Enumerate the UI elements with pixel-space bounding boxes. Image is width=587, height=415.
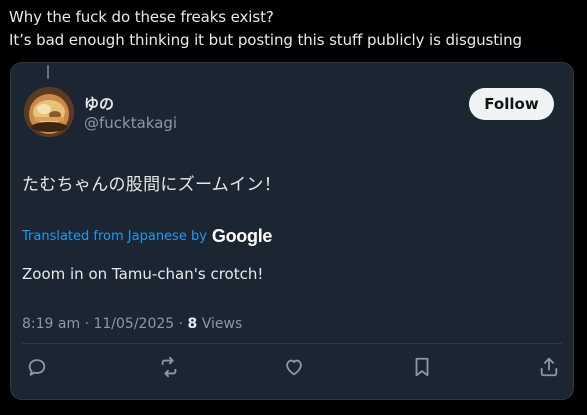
bookmark-button[interactable] (410, 355, 434, 379)
post-meta: 8:19 am · 11/05/2025 · 8 Views (22, 316, 242, 332)
avatar-image (24, 87, 74, 137)
quote-line-1: Why the fuck do these freaks exist? (9, 8, 274, 26)
repost-icon (161, 356, 177, 378)
thread-line (47, 65, 49, 79)
quote-tweet-text: Why the fuck do these freaks exist? It’s… (9, 6, 584, 52)
repost-button[interactable] (157, 355, 181, 379)
post-translated-text: Zoom in on Tamu-chan's crotch! (22, 265, 264, 283)
like-button[interactable] (282, 355, 306, 379)
views-label: Views (201, 316, 243, 332)
user-handle[interactable]: @fucktakagi (84, 114, 177, 132)
views-count: 8 (187, 316, 198, 332)
post-original-text: たむちゃんの股間にズームイン！ (22, 175, 281, 195)
bookmark-icon (415, 357, 429, 377)
divider (22, 343, 562, 344)
quoted-post-card[interactable]: ゆの @fucktakagi Follow たむちゃんの股間にズームイン！ Tr… (10, 62, 574, 400)
translation-attribution[interactable]: Translated from Japanese by Google (22, 225, 272, 247)
reply-button[interactable] (25, 355, 49, 379)
follow-button[interactable]: Follow (469, 88, 554, 120)
heart-icon (286, 359, 302, 376)
avatar[interactable] (24, 87, 74, 137)
post-date[interactable]: 11/05/2025 (93, 316, 174, 332)
reply-icon (28, 359, 46, 376)
share-icon (540, 357, 558, 377)
post-time[interactable]: 8:19 am (22, 316, 80, 332)
translated-from-label[interactable]: Translated from Japanese by (22, 229, 207, 244)
quote-line-2: It’s bad enough thinking it but posting … (9, 31, 522, 49)
share-button[interactable] (537, 355, 561, 379)
meta-separator: · (178, 316, 184, 332)
display-name[interactable]: ゆの (84, 93, 114, 114)
google-logo: Google (211, 225, 273, 246)
meta-separator: · (84, 316, 90, 332)
